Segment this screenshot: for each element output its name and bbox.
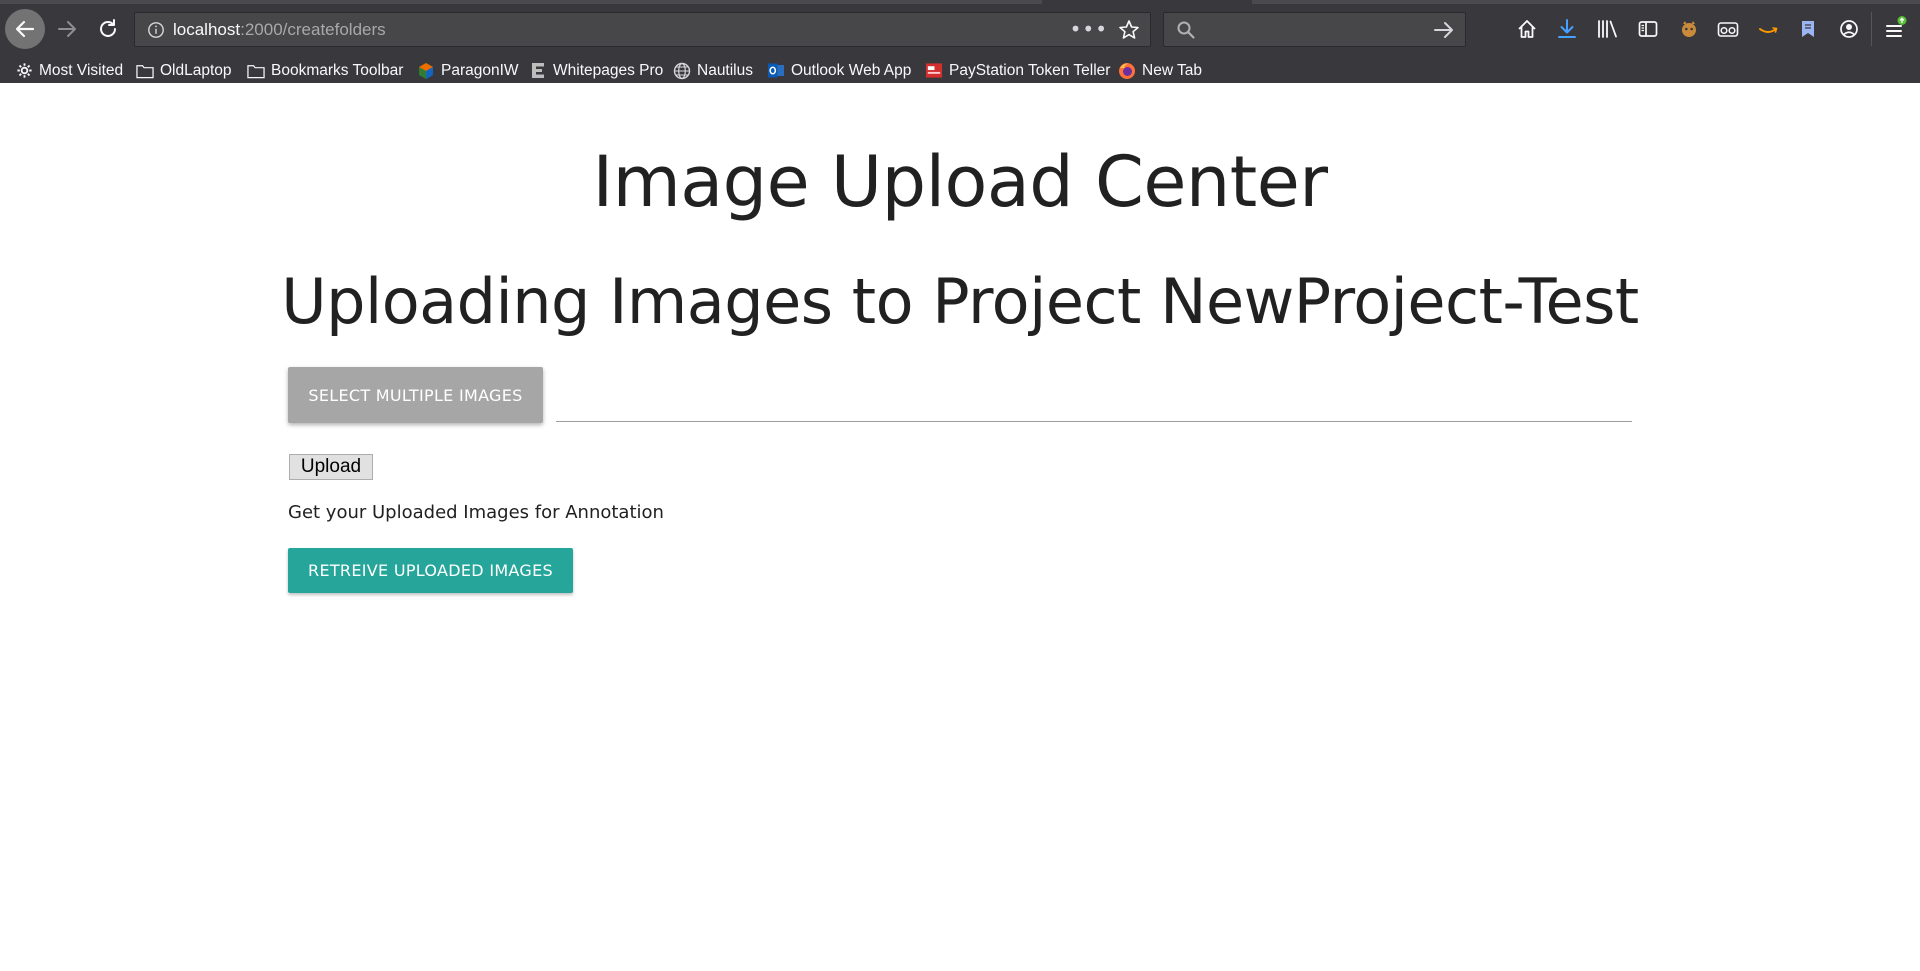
extension-icon[interactable] — [1677, 17, 1701, 41]
info-icon[interactable] — [147, 21, 165, 43]
bookmark-label: Bookmarks Toolbar — [271, 61, 404, 79]
sidebar-icon[interactable] — [1636, 17, 1660, 41]
bookmarks-toolbar: Most Visited OldLaptop Bookmarks Toolbar… — [0, 58, 1920, 83]
page-actions-icon[interactable]: ••• — [1070, 17, 1108, 41]
bookmark-label: Most Visited — [39, 61, 124, 79]
bookmark-label: Nautilus — [697, 61, 753, 79]
bookmark-most-visited[interactable]: Most Visited — [15, 58, 123, 83]
url-host: localhost — [173, 20, 241, 39]
bookmark-label: ParagonIW — [441, 61, 519, 79]
toolbar-divider — [1871, 12, 1872, 46]
pocket-icon[interactable] — [1716, 17, 1740, 41]
url-path: :2000/createfolders — [240, 20, 386, 39]
paystation-icon — [925, 62, 943, 80]
bookmark-label: Outlook Web App — [791, 61, 912, 79]
upload-button[interactable]: Upload — [289, 454, 373, 480]
bookmark-new-tab[interactable]: New Tab — [1118, 58, 1202, 83]
search-bar[interactable] — [1163, 12, 1466, 47]
folder-icon — [136, 62, 154, 80]
bookmark-label: New Tab — [1142, 61, 1203, 79]
paragon-icon — [417, 62, 435, 80]
page-content: Image Upload Center Uploading Images to … — [0, 83, 1920, 971]
bookmark-paragoniw[interactable]: ParagonIW — [417, 58, 519, 83]
bookmark-label: OldLaptop — [160, 61, 232, 79]
reload-button[interactable] — [88, 9, 128, 49]
search-go-icon[interactable] — [1433, 20, 1455, 44]
gear-icon — [15, 62, 33, 80]
arrow-left-icon — [15, 20, 35, 38]
account-icon[interactable] — [1837, 17, 1861, 41]
bookmark-icon[interactable] — [1796, 17, 1820, 41]
bookmark-label: PayStation Token Teller — [949, 61, 1111, 79]
amazon-icon[interactable] — [1756, 17, 1780, 41]
menu-icon[interactable] — [1884, 16, 1908, 41]
file-path-field[interactable] — [556, 366, 1632, 422]
select-images-button[interactable]: SELECT MULTIPLE IMAGES — [288, 367, 543, 423]
navigation-toolbar: localhost:2000/createfolders ••• — [0, 0, 1920, 58]
retrieve-images-button[interactable]: RETREIVE UPLOADED IMAGES — [288, 548, 573, 593]
bookmark-oldlaptop[interactable]: OldLaptop — [136, 58, 232, 83]
search-icon — [1176, 20, 1196, 44]
page-title: Image Upload Center — [592, 141, 1328, 223]
bookmark-nautilus[interactable]: Nautilus — [673, 58, 753, 83]
library-icon[interactable] — [1596, 17, 1620, 41]
firefox-icon — [1118, 62, 1136, 80]
bookmark-outlook-web-app[interactable]: Outlook Web App — [767, 58, 911, 83]
globe-icon — [673, 62, 691, 80]
star-icon[interactable] — [1118, 19, 1140, 45]
back-button[interactable] — [5, 9, 45, 49]
download-icon[interactable] — [1555, 17, 1579, 41]
bookmark-paystation-token-teller[interactable]: PayStation Token Teller — [925, 58, 1110, 83]
forward-button[interactable] — [47, 9, 87, 49]
whitepages-icon — [529, 62, 547, 80]
home-icon[interactable] — [1515, 17, 1539, 41]
outlook-icon — [767, 62, 785, 80]
bookmark-whitepages-pro[interactable]: Whitepages Pro — [529, 58, 663, 83]
browser-chrome: localhost:2000/createfolders ••• Most Vi… — [0, 0, 1920, 83]
reload-icon — [100, 19, 116, 37]
url-text[interactable]: localhost:2000/createfolders — [173, 20, 386, 40]
arrow-right-icon — [58, 21, 76, 37]
url-bar[interactable]: localhost:2000/createfolders ••• — [134, 12, 1151, 47]
page-subtitle: Uploading Images to Project NewProject-T… — [281, 265, 1639, 338]
retrieve-prompt-text: Get your Uploaded Images for Annotation — [288, 502, 664, 523]
bookmark-label: Whitepages Pro — [553, 61, 664, 79]
folder-icon — [247, 62, 265, 80]
bookmark-bookmarks-toolbar[interactable]: Bookmarks Toolbar — [247, 58, 403, 83]
